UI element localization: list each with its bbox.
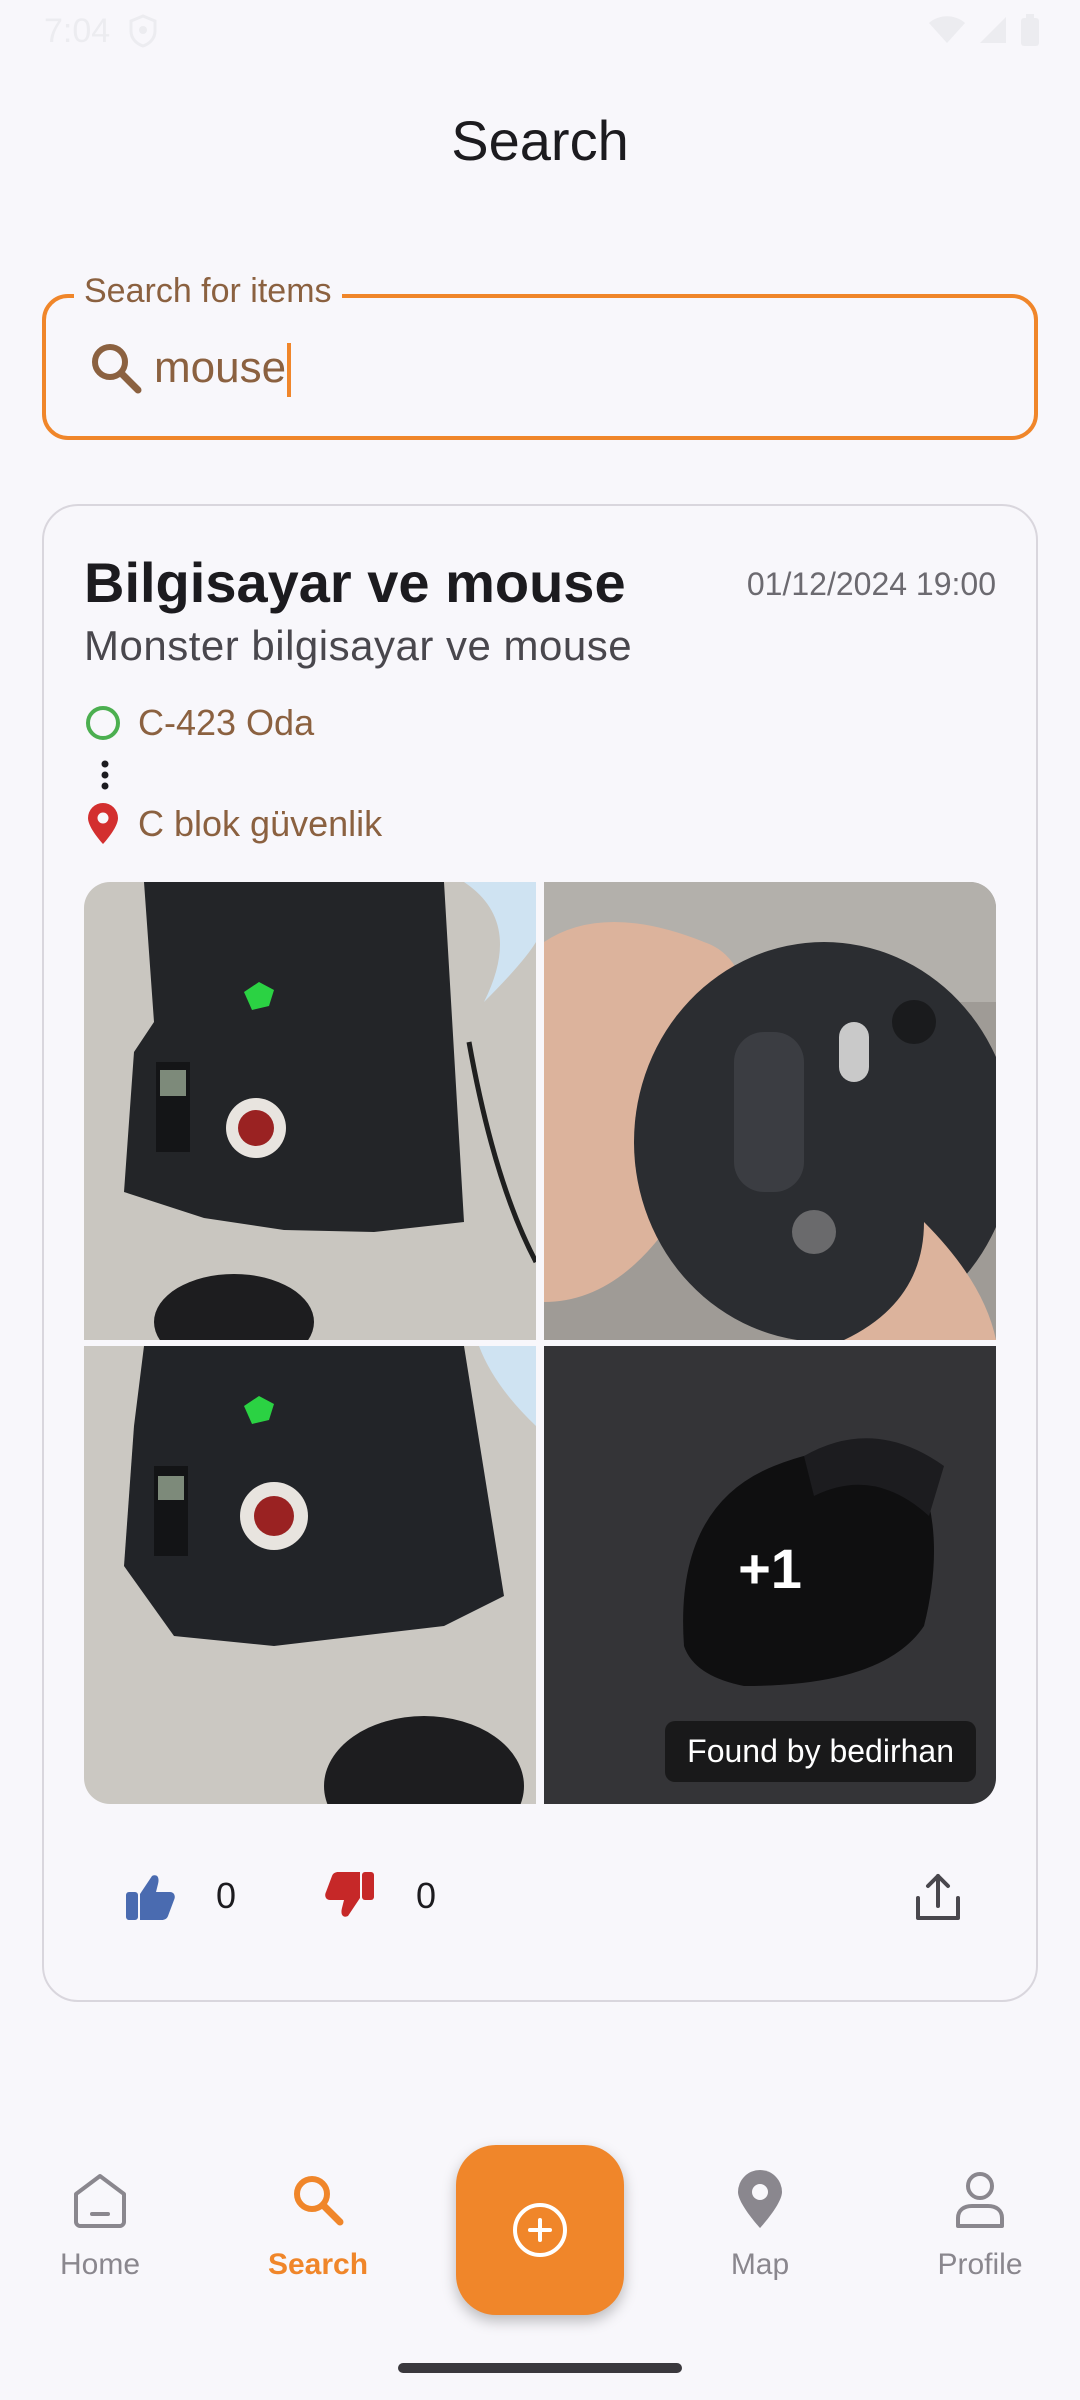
item-photo-more[interactable]: +1 Found by bedirhan [544,1346,996,1804]
result-card[interactable]: Bilgisayar ve mouse 01/12/2024 19:00 Mon… [42,504,1038,2002]
status-time: 7:04 [44,12,111,50]
item-title: Bilgisayar ve mouse [84,551,626,614]
search-value: mouse [154,340,292,398]
shield-icon [129,14,157,48]
dislike-count: 0 [416,1875,437,1916]
reaction-bar: 0 0 [84,1856,996,1936]
status-icons [928,14,1040,46]
photo-grid: +1 Found by bedirhan [84,882,996,1804]
like-count: 0 [216,1875,237,1916]
thumbs-down-icon [325,1872,374,1917]
dislike-button[interactable]: 0 [324,1856,436,1936]
add-item-button[interactable] [456,2145,624,2315]
nav-home-label: Home [59,2248,141,2281]
wifi-icon [929,16,965,43]
page-title: Search [451,109,629,172]
from-location-text: C-423 Oda [138,702,315,743]
nav-profile-label: Profile [937,2248,1023,2281]
item-description: Monster bilgisayar ve mouse [84,622,633,669]
item-photo[interactable] [544,882,996,1340]
nav-search-label: Search [267,2248,369,2281]
nav-map[interactable]: Map [680,2168,840,2282]
to-location-text: C blok güvenlik [138,803,383,844]
found-by-badge: Found by bedirhan [665,1721,976,1782]
search-label: Search for items [74,272,342,311]
battery-icon [1021,14,1039,46]
item-photo[interactable] [84,882,536,1340]
search-icon [92,344,142,394]
thumbs-up-icon [126,1875,175,1920]
nav-map-label: Map [730,2248,790,2281]
nav-profile[interactable]: Profile [900,2168,1060,2282]
circle-marker-icon [86,706,120,740]
to-location: C blok güvenlik [84,802,382,846]
search-icon [294,2176,344,2226]
route-dots-icon [101,760,109,790]
share-icon[interactable] [910,1870,966,1926]
signal-icon [980,17,1006,43]
nav-search[interactable]: Search [238,2168,398,2282]
like-button[interactable]: 0 [124,1856,236,1936]
search-input[interactable]: Search for items mouse [42,272,1038,440]
text-caret [287,343,292,398]
bottom-nav: Home Search Map Profile [0,2130,1080,2330]
more-photos-count: +1 [738,1537,802,1600]
status-bar: 7:04 [0,0,1080,62]
add-circle-icon [513,2203,567,2257]
location-pin-icon [88,803,118,844]
from-location: C-423 Oda [84,702,314,744]
item-photo[interactable] [84,1346,536,1804]
person-icon [956,2172,1004,2228]
nav-home[interactable]: Home [20,2168,180,2282]
map-pin-icon [738,2170,782,2228]
home-indicator[interactable] [398,2363,682,2373]
item-date: 01/12/2024 19:00 [746,566,996,602]
home-icon [74,2174,126,2228]
